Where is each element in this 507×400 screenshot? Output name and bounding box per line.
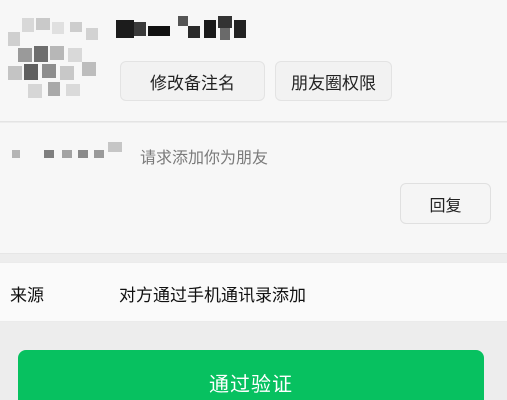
source-label: 来源 <box>10 286 44 306</box>
approve-verification-button[interactable]: 通过验证 <box>18 350 484 400</box>
edit-remark-button[interactable]: 修改备注名 <box>120 61 265 101</box>
avatar[interactable] <box>8 18 100 104</box>
moments-permission-button[interactable]: 朋友圈权限 <box>275 61 392 101</box>
request-message: 请求添加你为朋友 <box>140 148 269 167</box>
profile-header: 修改备注名 朋友圈权限 <box>0 0 507 122</box>
source-value: 对方通过手机通讯录添加 <box>119 286 306 306</box>
nickname-mosaic <box>116 14 248 44</box>
reply-button[interactable]: 回复 <box>400 183 491 224</box>
sender-name-mosaic <box>12 142 130 162</box>
